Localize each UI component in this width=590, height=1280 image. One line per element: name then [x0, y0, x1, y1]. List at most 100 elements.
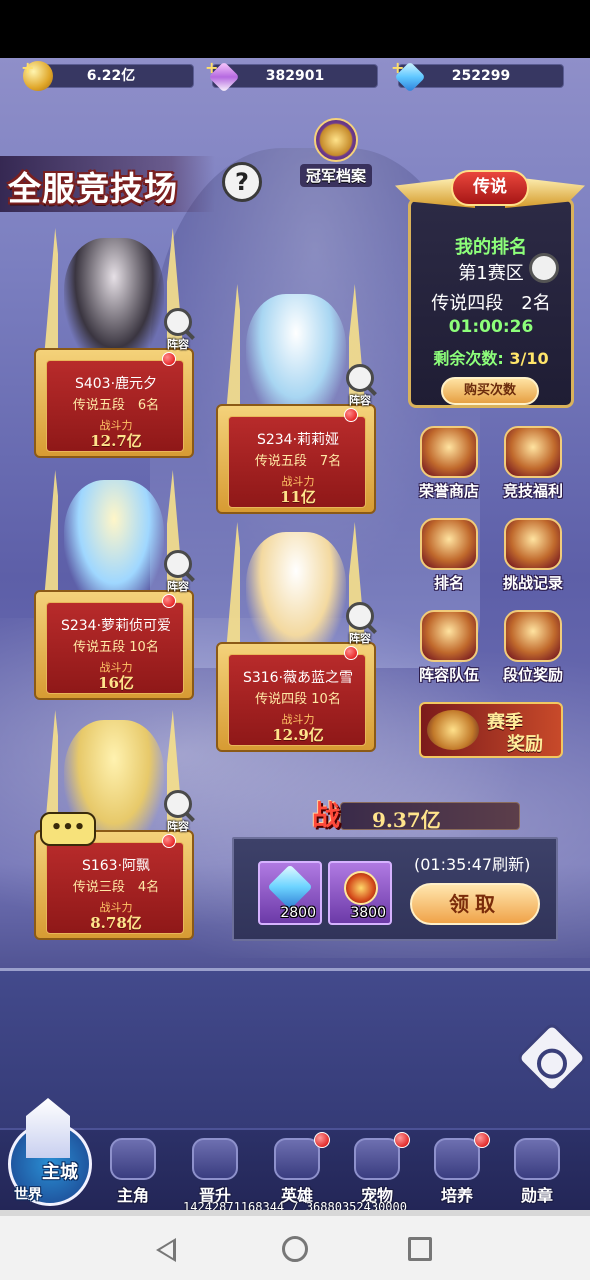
lineup-team-button[interactable]: 阵容队伍 — [408, 610, 490, 690]
nav-promote[interactable]: 晋升 — [176, 1138, 254, 1206]
tier-reward-button[interactable]: 段位奖励 — [492, 610, 574, 690]
opponent-card[interactable]: S316·薇あ蓝之雪 传说四段 10名 战斗力 12.9亿 阵容 — [216, 522, 376, 752]
opponent-power: 11亿 — [280, 488, 316, 506]
castle-icon — [26, 1098, 70, 1158]
main-city-label: 主城 — [42, 1162, 78, 1183]
nav-medals[interactable]: 勋章 — [498, 1138, 576, 1206]
opponent-rank: 传说五段 6名 — [72, 398, 160, 413]
my-power-bar: 战 9.37亿 — [312, 798, 522, 832]
add-gold-icon[interactable]: + — [21, 58, 34, 79]
my-rank-panel: 我的排名 第1赛区 传说四段 2名 01:00:26 剩余次数: 3/10 购买… — [408, 198, 574, 408]
opponent-rank: 传说三段 4名 — [72, 880, 160, 895]
buy-attempts-button[interactable]: 购买次数 — [441, 377, 539, 405]
search-icon[interactable] — [529, 253, 559, 283]
claim-button[interactable]: 领取 — [410, 883, 540, 925]
honor-shop-label: 荣誉商店 — [418, 482, 479, 500]
notification-dot — [344, 646, 358, 660]
add-blue-diamond-icon[interactable]: + — [391, 58, 404, 79]
magnifier-icon — [164, 790, 192, 818]
honor-shop-icon — [420, 426, 478, 478]
status-bar — [0, 0, 590, 58]
nav-train[interactable]: 培养 — [418, 1132, 496, 1206]
opponent-name: S403·鹿元夕 — [74, 376, 158, 392]
notification-dot — [314, 1132, 330, 1148]
game-screen: + 6.22亿 + 382901 + 252299 全服竞技场 ? 冠军档案 S… — [0, 58, 590, 1210]
opponent-rank: 传说五段 10名 — [73, 640, 159, 655]
opponent-card[interactable]: S403·鹿元夕 传说五段 6名 战斗力 12.7亿 阵容 — [34, 228, 194, 458]
opponent-rank: 传说四段 10名 — [255, 692, 341, 707]
blue-diamond-currency[interactable]: + 252299 — [391, 58, 564, 93]
countdown-timer: 01:00:26 — [448, 317, 534, 337]
back-icon[interactable] — [156, 1238, 176, 1262]
daily-reward-panel: 2800 3800 (01:35:47刷新) 领取 — [232, 837, 558, 941]
magnifier-icon — [346, 364, 374, 392]
notification-dot — [162, 594, 176, 608]
protagonist-icon — [110, 1138, 156, 1180]
ranking-label: 排名 — [433, 574, 464, 592]
trophy-icon — [420, 518, 478, 570]
remaining-label: 剩余次数: — [433, 349, 504, 368]
lineup-team-icon — [420, 610, 478, 662]
nav-heroes[interactable]: 英雄 — [258, 1132, 336, 1206]
opponent-name: S234·莉莉娅 — [256, 432, 340, 448]
opponent-plate: S163·阿飘 传说三段 4名 战斗力 8.78亿 — [46, 842, 184, 934]
my-rank-tier: 传说四段 2名 — [431, 293, 551, 314]
help-button[interactable]: ? — [222, 162, 262, 202]
season-reward-button[interactable]: 赛季 奖励 — [419, 702, 563, 758]
champion-archive-label: 冠军档案 — [300, 164, 372, 187]
opponent-rank: 传说五段 7名 — [254, 454, 342, 469]
view-lineup-button[interactable]: 阵容 — [340, 602, 380, 646]
chat-bubble[interactable]: ••• — [40, 812, 96, 846]
pets-icon — [354, 1138, 400, 1180]
gold-currency[interactable]: + 6.22亿 — [21, 58, 194, 91]
page-title: 全服竞技场 — [8, 169, 178, 208]
opponent-card[interactable]: S234·莉莉娅 传说五段 7名 战斗力 11亿 阵容 — [216, 284, 376, 514]
gold-value: 6.22亿 — [86, 68, 136, 84]
blue-diamond-value: 252299 — [451, 68, 511, 84]
notification-dot — [162, 352, 176, 366]
refresh-timer: (01:35:47刷新) — [414, 855, 531, 874]
season-emblem-icon — [427, 710, 479, 750]
reward-item[interactable]: 2800 — [258, 861, 322, 925]
view-lineup-button[interactable]: 阵容 — [158, 550, 198, 594]
arena-benefit-icon — [504, 426, 562, 478]
opponent-plate: S234·莉莉娅 传说五段 7名 战斗力 11亿 — [228, 416, 366, 508]
notification-dot — [162, 834, 176, 848]
recent-apps-icon[interactable] — [408, 1237, 432, 1261]
notification-dot — [474, 1132, 490, 1148]
honor-medal-icon — [344, 871, 378, 905]
arena-benefit-label: 竞技福利 — [502, 482, 563, 500]
view-lineup-button[interactable]: 阵容 — [158, 790, 198, 834]
opponent-plate: S234·萝莉侦可爱 传说五段 10名 战斗力 16亿 — [46, 602, 184, 694]
battle-record-icon — [504, 518, 562, 570]
my-power-value: 9.37亿 — [372, 808, 441, 832]
opponent-card[interactable]: S234·萝莉侦可爱 传说五段 10名 战斗力 16亿 阵容 — [34, 470, 194, 700]
honor-shop-button[interactable]: 荣誉商店 — [408, 426, 490, 506]
view-lineup-button[interactable]: 阵容 — [158, 308, 198, 352]
blue-diamond-icon — [267, 864, 313, 910]
ranking-button[interactable]: 排名 — [408, 518, 490, 598]
opponent-power: 12.7亿 — [90, 432, 142, 450]
nav-hero-main[interactable]: 主角 — [94, 1138, 172, 1206]
heroes-icon — [274, 1138, 320, 1180]
magnifier-icon — [164, 308, 192, 336]
remaining-attempts: 剩余次数: 3/10 — [411, 345, 571, 369]
arena-benefit-button[interactable]: 竞技福利 — [492, 426, 574, 506]
train-icon — [434, 1138, 480, 1180]
remaining-value: 3/10 — [509, 349, 549, 368]
battle-record-button[interactable]: 挑战记录 — [492, 518, 574, 598]
system-nav-bar — [0, 1210, 590, 1280]
reward-item[interactable]: 3800 — [328, 861, 392, 925]
add-purple-diamond-icon[interactable]: + — [205, 58, 218, 79]
opponent-power: 16亿 — [98, 674, 134, 692]
purple-diamond-currency[interactable]: + 382901 — [205, 58, 378, 93]
opponent-name: S163·阿飘 — [81, 858, 151, 874]
main-city-button[interactable]: 主城 世界 — [6, 1098, 96, 1208]
opponent-name: S316·薇あ蓝之雪 — [242, 670, 354, 686]
home-icon[interactable] — [282, 1236, 308, 1262]
opponent-power: 8.78亿 — [90, 914, 142, 932]
nav-pets[interactable]: 宠物 — [338, 1132, 416, 1206]
magnifier-icon — [164, 550, 192, 578]
champion-archive-button[interactable]: 冠军档案 — [300, 118, 372, 187]
view-lineup-button[interactable]: 阵容 — [340, 364, 380, 408]
